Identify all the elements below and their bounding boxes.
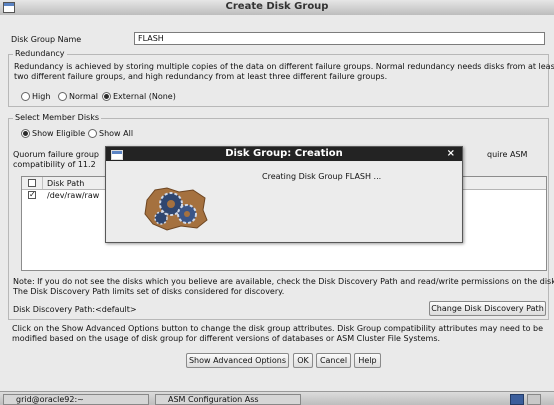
advanced-text-2: modified based on the usage of disk grou… — [12, 334, 441, 343]
radio-dot — [58, 92, 67, 101]
radio-label-external: External (None) — [113, 92, 176, 101]
radio-label-show-eligible: Show Eligible — [32, 129, 86, 138]
quorum-text-line2: compatibility of 11.2 — [13, 160, 96, 169]
ok-button[interactable]: OK — [293, 353, 313, 368]
radio-external[interactable]: External (None) — [102, 92, 176, 101]
disk-group-name-label: Disk Group Name — [11, 35, 82, 44]
dialog-title: Disk Group: Creation — [225, 148, 343, 159]
radio-dot-selected — [21, 129, 30, 138]
dialog-window-icon — [111, 150, 123, 160]
dialog-message: Creating Disk Group FLASH ... — [262, 172, 382, 181]
radio-normal[interactable]: Normal — [58, 92, 98, 101]
note-line-1: Note: If you do not see the disks which … — [13, 277, 554, 286]
radio-label-high: High — [32, 92, 51, 101]
row-checkbox[interactable]: ✓ — [28, 191, 36, 199]
quorum-text-start: Quorum failure group — [13, 150, 100, 159]
dialog-body: Creating Disk Group FLASH ... — [107, 162, 461, 241]
redundancy-description-2: two different failure groups, and high r… — [14, 72, 388, 81]
window-title: Create Disk Group — [225, 1, 329, 12]
radio-show-all[interactable]: Show All — [88, 129, 133, 138]
select-all-checkbox[interactable] — [28, 179, 36, 187]
radio-dot — [21, 92, 30, 101]
taskbar: grid@oracle92:~ ASM Configuration Ass — [0, 391, 554, 405]
disk-group-creation-dialog: Disk Group: Creation × Creating Disk Gro… — [105, 146, 463, 243]
radio-label-normal: Normal — [69, 92, 98, 101]
row-disk-path: /dev/raw/raw — [47, 191, 100, 200]
radio-dot — [88, 129, 97, 138]
cancel-button[interactable]: Cancel — [316, 353, 351, 368]
note-line-2: The Disk Discovery Path limits set of di… — [13, 287, 285, 296]
change-discovery-path-button[interactable]: Change Disk Discovery Path — [429, 301, 546, 316]
window-titlebar[interactable]: Create Disk Group — [0, 0, 554, 16]
gears-icon — [144, 187, 208, 231]
radio-show-eligible[interactable]: Show Eligible — [21, 129, 85, 138]
redundancy-legend: Redundancy — [13, 49, 67, 58]
radio-dot-selected — [102, 92, 111, 101]
advanced-text-1: Click on the Show Advanced Options butto… — [12, 324, 544, 333]
show-advanced-options-button[interactable]: Show Advanced Options — [186, 353, 289, 368]
member-disks-legend: Select Member Disks — [13, 113, 102, 122]
dialog-titlebar[interactable]: Disk Group: Creation × — [106, 147, 462, 161]
radio-label-show-all: Show All — [99, 129, 134, 138]
column-disk-path[interactable]: Disk Path — [47, 179, 84, 188]
radio-high[interactable]: High — [21, 92, 50, 101]
disk-group-name-input[interactable]: FLASH — [134, 32, 545, 45]
taskbar-item-terminal[interactable]: grid@oracle92:~ — [3, 394, 149, 405]
redundancy-group: Redundancy Redundancy is achieved by sto… — [8, 49, 554, 107]
disk-discovery-path: Disk Discovery Path:<default> — [13, 305, 137, 314]
help-button[interactable]: Help — [354, 353, 381, 368]
column-divider — [42, 177, 43, 189]
taskbar-item-asm-config[interactable]: ASM Configuration Ass — [155, 394, 301, 405]
workspace-switcher-1[interactable] — [510, 394, 524, 405]
close-icon[interactable]: × — [447, 147, 455, 161]
redundancy-description-1: Redundancy is achieved by storing multip… — [14, 62, 554, 71]
quorum-text-end: quire ASM — [487, 150, 528, 159]
workspace-switcher-2[interactable] — [527, 394, 541, 405]
